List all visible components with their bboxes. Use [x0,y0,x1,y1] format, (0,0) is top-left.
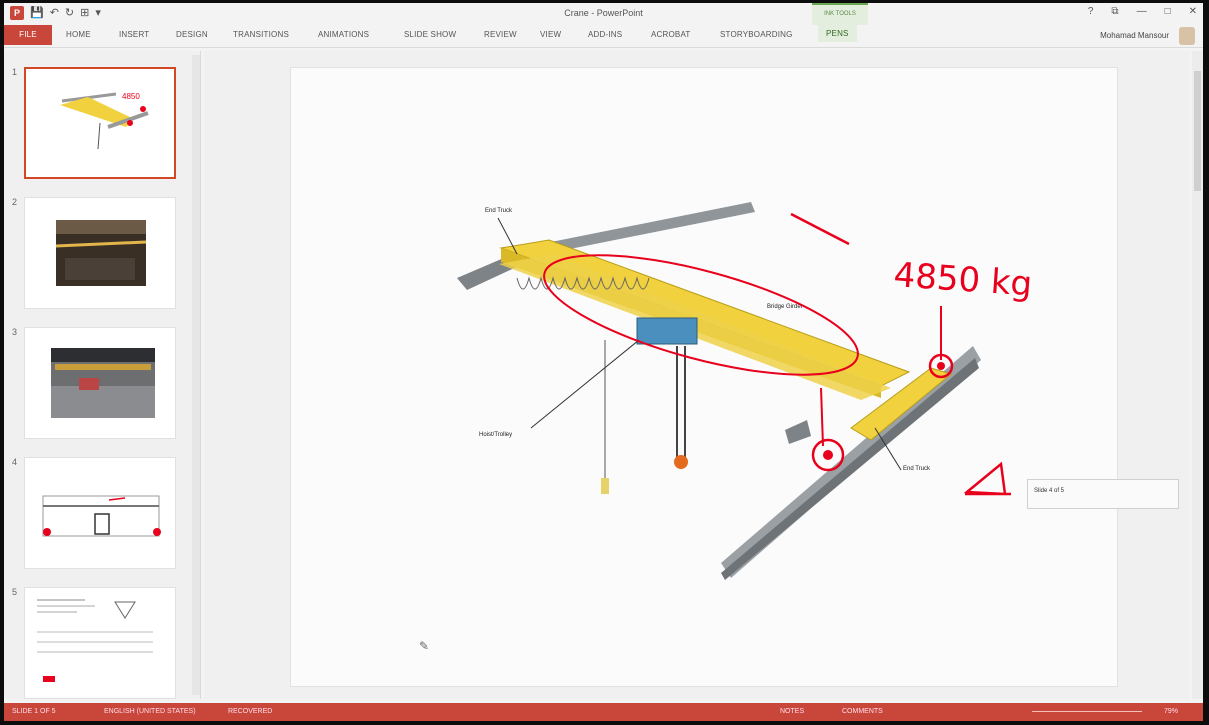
ribbon-display-icon[interactable]: ⧉ [1111,6,1118,17]
label-end-truck-top: End Truck [485,208,513,214]
label-end-truck-bottom: End Truck [903,466,931,472]
slide-thumbnail-pane: 1 4850 2 3 4 5 [4,51,201,699]
label-hoist-trolley: Hoist/Trolley [479,432,512,438]
status-bar: SLIDE 1 OF 5 ENGLISH (UNITED STATES) REC… [4,703,1203,721]
tab-storyboarding[interactable]: STORYBOARDING [720,30,793,39]
ink-load-text[interactable]: 4850 kg [892,255,1033,305]
window-title: Crane - PowerPoint [564,8,643,18]
vertical-scrollbar[interactable] [1192,51,1203,699]
ink-support-sketch[interactable] [963,461,1011,496]
thumbnail-number-4: 4 [12,457,18,467]
thumbnail-crane-diagram [42,495,161,537]
avatar[interactable] [1179,27,1195,45]
tab-design[interactable]: DESIGN [176,30,208,39]
minimize-button[interactable]: — [1137,6,1147,17]
hook-block [674,455,688,469]
recovered-status: RECOVERED [228,708,273,715]
thumbnail-crane-image: 4850 [60,92,149,150]
tab-add-ins[interactable]: ADD-INS [588,30,622,39]
hoist-trolley-shape [636,317,698,345]
powerpoint-window: P 💾 ↶ ↻ ⊞ ▾ Crane - PowerPoint INK TOOLS… [4,3,1203,721]
label-bridge-girder: Bridge Girder [767,304,803,310]
thumbnail-number-2: 2 [12,197,18,207]
tab-slide-show[interactable]: SLIDE SHOW [404,30,456,39]
comments-button[interactable]: COMMENTS [842,708,883,715]
slide-thumbnail-5[interactable] [24,587,176,699]
window-controls: ? ⧉ — □ ✕ [1088,6,1197,17]
zoom-level[interactable]: 79% [1164,708,1178,715]
slide-position-tooltip: Slide 4 of 5 [1027,479,1179,509]
tab-insert[interactable]: INSERT [119,30,149,39]
tab-acrobat[interactable]: ACROBAT [651,30,690,39]
tab-transitions[interactable]: TRANSITIONS [233,30,289,39]
title-bar: P 💾 ↶ ↻ ⊞ ▾ Crane - PowerPoint INK TOOLS… [4,3,1203,25]
thumbnail-number-5: 5 [12,587,18,597]
language-indicator[interactable]: ENGLISH (UNITED STATES) [104,708,196,715]
tab-review[interactable]: REVIEW [484,30,517,39]
crane-illustration: End Truck Bridge Girder Hoist/Trolley En… [419,202,1033,653]
slide-thumbnail-2[interactable] [24,197,176,309]
tab-view[interactable]: VIEW [540,30,561,39]
thumbnail-number-3: 3 [12,327,18,337]
zoom-slider[interactable] [1032,711,1142,712]
help-icon[interactable]: ? [1088,6,1094,17]
thumbnail-factory-photo [51,348,155,418]
back-runway-rail [541,202,755,254]
thumbnail-number-1: 1 [12,67,18,77]
thumbnail-calculation-sheet [37,599,153,682]
user-account-name[interactable]: Mohamad Mansour [1100,31,1169,40]
slide-thumbnail-1[interactable]: 4850 [24,67,176,179]
slide-indicator[interactable]: SLIDE 1 OF 5 [12,708,56,715]
scrollbar-thumb[interactable] [1194,71,1201,191]
tab-pens[interactable]: PENS [818,25,857,42]
ink-arrow-left[interactable] [820,387,824,447]
tab-animations[interactable]: ANIMATIONS [318,30,369,39]
pen-cursor-icon: ✎ [419,639,429,653]
ink-stroke-dash[interactable] [790,212,850,246]
tab-file[interactable]: FILE [4,25,52,45]
slide-editing-area: End Truck Bridge Girder Hoist/Trolley En… [204,51,1190,699]
close-button[interactable]: ✕ [1189,6,1197,17]
thumbnail-warehouse-photo [55,220,147,286]
slide-thumbnail-3[interactable] [24,327,176,439]
slide-canvas[interactable]: End Truck Bridge Girder Hoist/Trolley En… [290,67,1118,687]
slide-thumbnail-4[interactable] [24,457,176,569]
maximize-button[interactable]: □ [1165,6,1171,17]
svg-text:4850: 4850 [122,92,140,101]
notes-button[interactable]: NOTES [780,708,804,715]
thumbnail-scrollbar[interactable] [192,55,200,695]
ribbon-tabs: FILE HOME INSERT DESIGN TRANSITIONS ANIM… [4,25,1203,48]
ink-tools-context-label: INK TOOLS [812,3,868,25]
tab-home[interactable]: HOME [66,30,91,39]
